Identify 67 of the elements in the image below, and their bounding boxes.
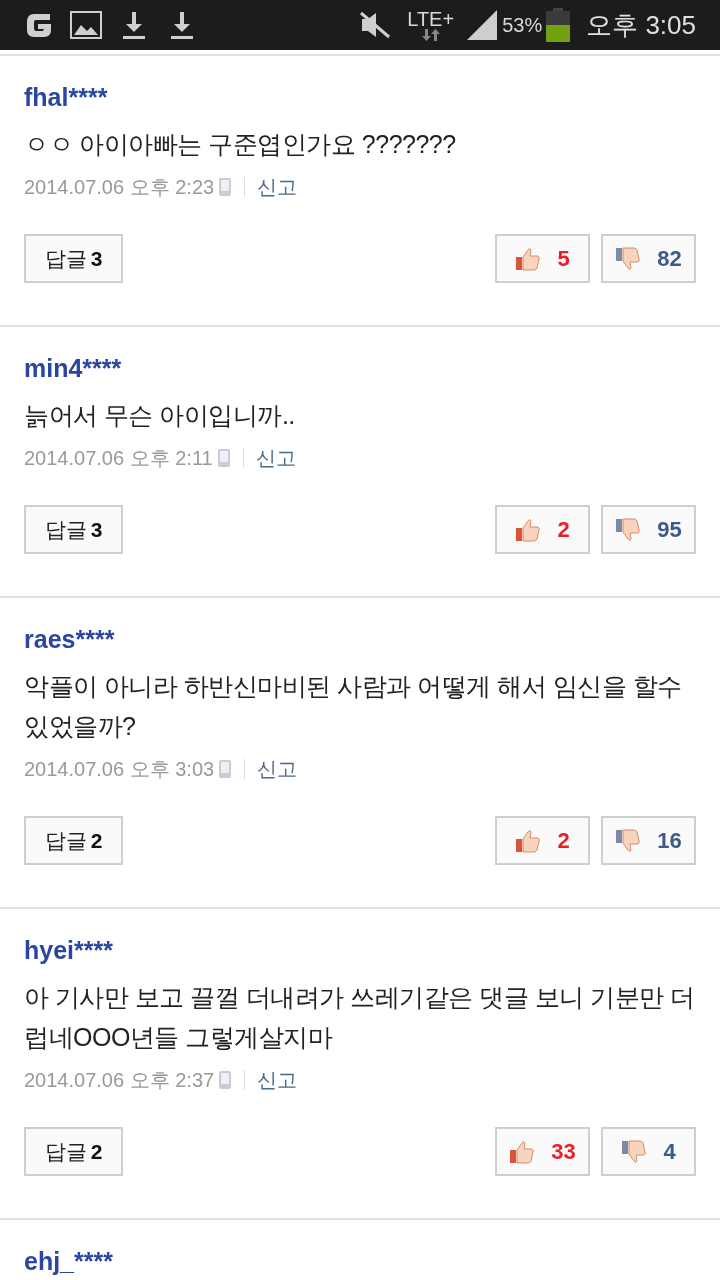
comment-text: ㅇㅇ 아이아빠는 구준엽인가요 ??????? bbox=[24, 129, 457, 160]
report-link[interactable]: 신고 bbox=[257, 1065, 298, 1095]
phone-icon bbox=[218, 1070, 233, 1090]
report-link[interactable]: 신고 bbox=[257, 172, 298, 202]
reply-button[interactable]: 답글 3 bbox=[24, 234, 123, 283]
clock: 오후 3:05 bbox=[586, 8, 696, 42]
thumbs-down-icon bbox=[615, 517, 642, 542]
reply-button[interactable]: 답글 2 bbox=[24, 816, 123, 865]
dislike-count: 4 bbox=[663, 1138, 676, 1166]
username[interactable]: raes**** bbox=[24, 624, 696, 654]
reply-label: 답글 bbox=[44, 827, 87, 854]
like-count: 2 bbox=[557, 516, 570, 544]
reply-label: 답글 bbox=[44, 245, 87, 272]
thumbs-down-icon bbox=[615, 828, 642, 853]
like-button[interactable]: 33 bbox=[495, 1127, 590, 1176]
reply-count: 2 bbox=[90, 827, 103, 854]
like-button[interactable]: 2 bbox=[495, 816, 590, 865]
thumbs-up-icon bbox=[515, 517, 542, 542]
comment-date: 2014.07.06 오후 2:23 bbox=[24, 175, 215, 200]
dislike-count: 16 bbox=[657, 827, 682, 855]
comment-text: 아 기사만 보고 끌껄 더내려가 쓰레기같은 댓글 보니 기분만 더럽네OOO년들 그렇게살지마 bbox=[24, 982, 696, 1053]
like-count: 5 bbox=[557, 245, 570, 273]
username[interactable]: fhal**** bbox=[24, 82, 696, 112]
like-count: 33 bbox=[551, 1138, 576, 1166]
comment-text: 악플이 아니라 하반신마비된 사람과 어떻게 해서 임신을 할수 있었을까? bbox=[24, 671, 683, 742]
signal-icon bbox=[466, 9, 499, 41]
comment-date: 2014.07.06 오후 2:37 bbox=[24, 1068, 215, 1093]
reply-count: 2 bbox=[90, 1138, 103, 1165]
username[interactable]: ehj_**** bbox=[24, 1247, 113, 1275]
dislike-button[interactable]: 16 bbox=[601, 816, 696, 865]
battery-percent: 53% bbox=[502, 13, 543, 38]
data-arrows-icon bbox=[420, 29, 441, 41]
phone-icon bbox=[218, 759, 233, 779]
battery-icon bbox=[546, 8, 571, 42]
like-button[interactable]: 2 bbox=[495, 505, 590, 554]
image-icon bbox=[70, 11, 102, 39]
dislike-count: 95 bbox=[657, 516, 682, 544]
network-label: LTE+ bbox=[407, 9, 455, 29]
comment-date: 2014.07.06 오후 2:11 bbox=[24, 446, 213, 471]
dislike-button[interactable]: 95 bbox=[601, 505, 696, 554]
reply-button[interactable]: 답글 2 bbox=[24, 1127, 123, 1176]
reply-label: 답글 bbox=[44, 516, 87, 543]
report-link[interactable]: 신고 bbox=[255, 443, 296, 473]
dislike-button[interactable]: 82 bbox=[601, 234, 696, 283]
like-count: 2 bbox=[557, 827, 570, 855]
username[interactable]: hyei**** bbox=[24, 935, 696, 965]
download-icon bbox=[170, 10, 194, 40]
phone-icon bbox=[218, 177, 233, 197]
phone-icon bbox=[216, 448, 231, 468]
comment-date: 2014.07.06 오후 3:03 bbox=[24, 757, 215, 782]
dislike-button[interactable]: 4 bbox=[601, 1127, 696, 1176]
thumbs-up-icon bbox=[515, 246, 542, 271]
reply-button[interactable]: 답글 3 bbox=[24, 505, 123, 554]
thumbs-down-icon bbox=[621, 1139, 648, 1164]
username[interactable]: min4**** bbox=[24, 353, 696, 383]
download-icon bbox=[122, 10, 146, 40]
thumbs-up-icon bbox=[509, 1139, 536, 1164]
reply-count: 3 bbox=[90, 245, 103, 272]
mute-icon bbox=[359, 10, 392, 40]
report-link[interactable]: 신고 bbox=[257, 754, 298, 784]
thumbs-up-icon bbox=[515, 828, 542, 853]
reply-count: 3 bbox=[90, 516, 103, 543]
thumbs-down-icon bbox=[615, 246, 642, 271]
dislike-count: 82 bbox=[657, 245, 682, 273]
like-button[interactable]: 5 bbox=[495, 234, 590, 283]
reply-label: 답글 bbox=[44, 1138, 87, 1165]
comment-text: 늙어서 무슨 아이입니까.. bbox=[24, 400, 296, 431]
